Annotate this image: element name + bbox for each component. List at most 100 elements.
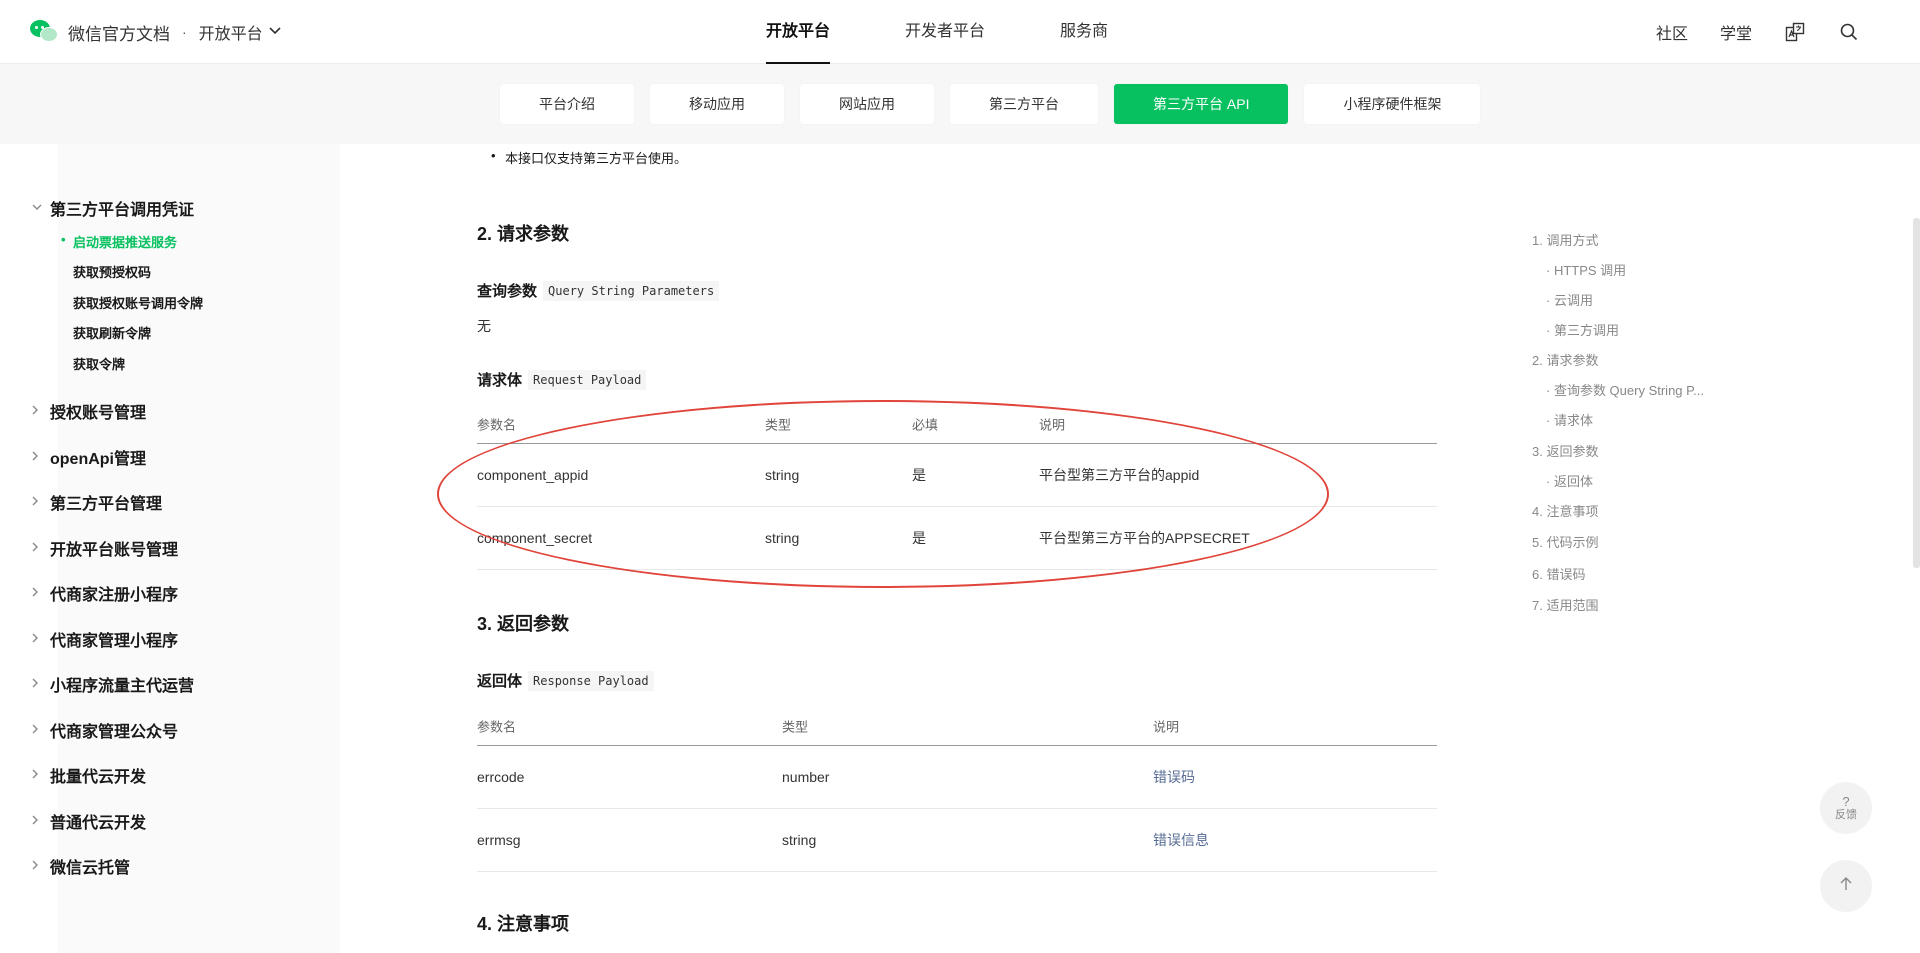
sidebar-group[interactable]: 开放平台账号管理 bbox=[32, 536, 178, 560]
response-body-code: Response Payload bbox=[528, 670, 654, 691]
toc-item[interactable]: 1. 调用方式 bbox=[1532, 230, 1598, 249]
param-required: 是 bbox=[912, 530, 926, 546]
sidebar-group[interactable]: 第三方平台管理 bbox=[32, 490, 162, 514]
sidebar-group-label: 开放平台账号管理 bbox=[50, 542, 179, 559]
translate-icon[interactable] bbox=[1784, 21, 1806, 43]
param-name: component_appid bbox=[477, 467, 589, 483]
param-description: 平台型第三方平台的appid bbox=[1039, 467, 1200, 483]
sidebar-group-label: 小程序流量主代运营 bbox=[50, 678, 195, 695]
tab-third-party-platform[interactable]: 第三方平台 bbox=[950, 84, 1098, 124]
toc-item[interactable]: 7. 适用范围 bbox=[1532, 595, 1598, 614]
param-name: errmsg bbox=[477, 832, 521, 848]
column-header: 必填 bbox=[912, 417, 939, 432]
brand-title[interactable]: 微信官方文档 bbox=[68, 20, 170, 45]
query-params-title: 查询参数 bbox=[477, 283, 538, 300]
toc-item[interactable]: · 第三方调用 bbox=[1546, 320, 1619, 339]
tab-website-app[interactable]: 网站应用 bbox=[800, 84, 934, 124]
tab-mini-program-hardware[interactable]: 小程序硬件框架 bbox=[1304, 84, 1481, 124]
sidebar-group-label: 代商家管理公众号 bbox=[50, 724, 179, 741]
table-row: errcode number 错误码 bbox=[477, 746, 1437, 809]
top-nav: 开放平台 开发者平台 服务商 bbox=[766, 0, 1183, 64]
academy-link[interactable]: 学堂 bbox=[1720, 20, 1752, 44]
sidebar-item-refresh-token[interactable]: 获取刷新令牌 bbox=[73, 323, 151, 342]
topnav-item-open-platform[interactable]: 开放平台 bbox=[766, 0, 831, 64]
toc-item[interactable]: · 查询参数 Query String P... bbox=[1546, 380, 1704, 399]
arrow-up-icon bbox=[1838, 876, 1854, 897]
chevron-down-icon[interactable] bbox=[269, 26, 281, 38]
sidebar-group-label: 微信云托管 bbox=[50, 860, 131, 877]
toc-item[interactable]: · 云调用 bbox=[1546, 290, 1593, 309]
chevron-right-icon bbox=[32, 860, 50, 873]
query-params-heading: 查询参数 Query String Parameters bbox=[477, 280, 720, 301]
platform-switcher[interactable]: 开放平台 bbox=[199, 20, 263, 44]
sidebar-item-get-token[interactable]: 获取令牌 bbox=[73, 354, 125, 373]
page-scrollbar[interactable] bbox=[1913, 218, 1920, 568]
question-icon: ? bbox=[1842, 793, 1850, 809]
chevron-right-icon bbox=[32, 633, 50, 646]
column-header: 说明 bbox=[1153, 719, 1180, 734]
column-header: 参数名 bbox=[477, 719, 517, 734]
toc-item[interactable]: 5. 代码示例 bbox=[1532, 532, 1598, 551]
search-icon[interactable] bbox=[1838, 21, 1860, 43]
back-to-top-button[interactable] bbox=[1820, 860, 1872, 912]
chevron-right-icon bbox=[32, 587, 50, 600]
section-heading-notes: 4. 注意事项 bbox=[477, 914, 570, 934]
topnav-item-service-provider[interactable]: 服务商 bbox=[1060, 0, 1108, 64]
error-code-link[interactable]: 错误码 bbox=[1153, 767, 1195, 787]
sub-nav: 平台介绍 移动应用 网站应用 第三方平台 第三方平台 API 小程序硬件框架 bbox=[0, 64, 1920, 144]
param-type: string bbox=[765, 467, 800, 483]
toc-item[interactable]: 2. 请求参数 bbox=[1532, 350, 1598, 369]
column-header: 说明 bbox=[1039, 417, 1066, 432]
column-header: 类型 bbox=[765, 417, 792, 432]
chevron-right-icon bbox=[32, 678, 50, 691]
request-body-heading: 请求体 Request Payload bbox=[477, 369, 647, 390]
sidebar-group[interactable]: 代商家注册小程序 bbox=[32, 581, 178, 605]
tab-mobile-app[interactable]: 移动应用 bbox=[650, 84, 784, 124]
toc-item[interactable]: 6. 错误码 bbox=[1532, 564, 1585, 583]
tab-third-party-platform-api[interactable]: 第三方平台 API bbox=[1114, 84, 1289, 124]
sidebar-group[interactable]: 授权账号管理 bbox=[32, 399, 146, 423]
toc-item[interactable]: 4. 注意事项 bbox=[1532, 501, 1598, 520]
sidebar-group[interactable]: openApi管理 bbox=[32, 445, 146, 469]
query-params-none: 无 bbox=[477, 318, 491, 334]
sidebar-group[interactable]: 代商家管理小程序 bbox=[32, 627, 178, 651]
request-body-code: Request Payload bbox=[528, 369, 647, 390]
tab-platform-intro[interactable]: 平台介绍 bbox=[500, 84, 634, 124]
column-header: 参数名 bbox=[477, 417, 517, 432]
section-heading-request-params: 2. 请求参数 bbox=[477, 224, 570, 244]
chevron-right-icon bbox=[32, 724, 50, 737]
sidebar-group[interactable]: 微信云托管 bbox=[32, 854, 130, 878]
toc-item[interactable]: · 返回体 bbox=[1546, 471, 1593, 490]
table-header-row: 参数名 类型 必填 说明 bbox=[477, 404, 1437, 444]
chevron-right-icon bbox=[32, 451, 50, 464]
response-body-heading: 返回体 Response Payload bbox=[477, 670, 654, 691]
error-message-link[interactable]: 错误信息 bbox=[1153, 830, 1209, 850]
sidebar-group[interactable]: 小程序流量主代运营 bbox=[32, 672, 194, 696]
feedback-button[interactable]: ? 反馈 bbox=[1820, 782, 1872, 834]
wechat-logo-icon bbox=[30, 20, 60, 44]
sidebar-group[interactable]: 批量代云开发 bbox=[32, 763, 146, 787]
chevron-right-icon bbox=[32, 405, 50, 418]
brand[interactable]: 微信官方文档 · 开放平台 bbox=[30, 0, 281, 64]
sidebar-item-start-ticket-push[interactable]: 启动票据推送服务 bbox=[61, 232, 177, 251]
response-params-table: 参数名 类型 说明 errcode number 错误码 errmsg stri… bbox=[477, 706, 1437, 872]
table-row: errmsg string 错误信息 bbox=[477, 809, 1437, 872]
sidebar-group[interactable]: 普通代云开发 bbox=[32, 809, 146, 833]
toc-item[interactable]: 3. 返回参数 bbox=[1532, 441, 1598, 460]
usage-note: 本接口仅支持第三方平台使用。 bbox=[491, 148, 687, 167]
toc-item[interactable]: · 请求体 bbox=[1546, 410, 1593, 429]
sidebar-item-pre-auth-code[interactable]: 获取预授权码 bbox=[73, 262, 151, 281]
topnav-item-developer-platform[interactable]: 开发者平台 bbox=[905, 0, 985, 64]
response-body-title: 返回体 bbox=[477, 673, 523, 690]
brand-separator: · bbox=[182, 24, 187, 40]
table-row: component_appid string 是 平台型第三方平台的appid bbox=[477, 444, 1437, 507]
param-type: string bbox=[765, 530, 800, 546]
section-heading-response-params: 3. 返回参数 bbox=[477, 614, 570, 634]
sidebar-item-authorizer-token[interactable]: 获取授权账号调用令牌 bbox=[73, 293, 203, 312]
sidebar-group-credentials[interactable]: 第三方平台调用凭证 bbox=[32, 196, 194, 220]
toc-item[interactable]: · HTTPS 调用 bbox=[1546, 260, 1626, 279]
param-name: errcode bbox=[477, 769, 525, 785]
sidebar-group[interactable]: 代商家管理公众号 bbox=[32, 718, 178, 742]
top-header: 微信官方文档 · 开放平台 开放平台 开发者平台 服务商 社区 学堂 bbox=[0, 0, 1920, 64]
community-link[interactable]: 社区 bbox=[1656, 20, 1688, 44]
